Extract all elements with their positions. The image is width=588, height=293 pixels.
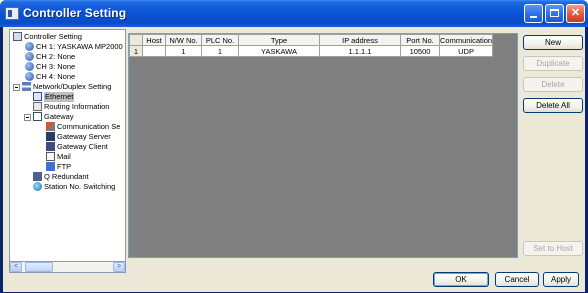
column-header-communication[interactable]: Communication [438, 34, 494, 46]
delete-button[interactable]: Delete [523, 77, 583, 92]
column-header-type[interactable]: Type [238, 34, 320, 46]
cell-type[interactable]: YASKAWA [238, 45, 320, 57]
gateway-icon [33, 112, 42, 121]
column-header-host[interactable]: Host [142, 34, 166, 46]
mail-icon [46, 152, 55, 161]
minimize-icon [530, 16, 537, 18]
network-icon [22, 82, 31, 91]
ok-button[interactable]: OK [433, 272, 489, 287]
collapse-gateway-icon[interactable] [24, 114, 31, 121]
dialog-client-area: Controller Setting CH 1: YASKAWA MP2000 … [3, 27, 585, 293]
tree-item-label: Mail [57, 152, 71, 161]
cell-plc-no[interactable]: 1 [201, 45, 239, 57]
row-index[interactable]: 1 [129, 45, 143, 57]
tree-item-label: Gateway [44, 112, 74, 121]
settings-tree[interactable]: Controller Setting CH 1: YASKAWA MP2000 … [9, 29, 126, 262]
scroll-left-button[interactable]: < [10, 262, 22, 272]
cell-ip-address[interactable]: 1.1.1.1 [319, 45, 401, 57]
gateway-client-icon [46, 142, 55, 151]
controller-setting-window: Controller Setting ✕ Controller Setting … [0, 0, 588, 293]
close-icon: ✕ [570, 7, 581, 19]
table-header-row: Host N/W No. PLC No. Type IP address Por… [129, 34, 494, 46]
tree-item-label: CH 4: None [36, 72, 76, 81]
title-bar[interactable]: Controller Setting ✕ [0, 0, 588, 27]
communication-icon [46, 122, 55, 131]
collapse-network-icon[interactable] [13, 84, 20, 91]
channel-icon [25, 62, 34, 71]
tree-item-label: Routing Information [44, 102, 110, 111]
host-table-area: Host N/W No. PLC No. Type IP address Por… [128, 33, 518, 258]
column-header-plc-no[interactable]: PLC No. [201, 34, 239, 46]
scroll-right-button[interactable]: > [113, 262, 125, 272]
tree-item-label: Controller Setting [24, 32, 82, 41]
cell-communication[interactable]: UDP [438, 45, 494, 57]
set-to-host-button[interactable]: Set to Host [523, 241, 583, 256]
tree-item-label: Network/Duplex Setting [33, 82, 112, 91]
cell-nw-no[interactable]: 1 [165, 45, 202, 57]
station-icon [33, 182, 42, 191]
tree-item-label: CH 3: None [36, 62, 76, 71]
tree-item-label: FTP [57, 162, 72, 171]
window-title: Controller Setting [23, 6, 127, 20]
new-button[interactable]: New [523, 35, 583, 50]
column-header-ip-address[interactable]: IP address [319, 34, 401, 46]
window-icon [5, 7, 19, 20]
maximize-icon [550, 9, 559, 17]
gateway-server-icon [46, 132, 55, 141]
scroll-thumb[interactable] [25, 262, 53, 272]
tree-item-label: CH 1: YASKAWA MP2000 [36, 42, 123, 51]
column-header-port-no[interactable]: Port No. [400, 34, 440, 46]
ethernet-icon [33, 92, 42, 101]
routing-icon [33, 102, 42, 111]
table-row[interactable]: 1 1 1 YASKAWA 1.1.1.1 10500 UDP [129, 45, 494, 57]
close-button[interactable]: ✕ [566, 4, 585, 23]
channel-icon [25, 42, 34, 51]
controller-icon [13, 32, 22, 41]
maximize-button[interactable] [545, 4, 564, 23]
duplicate-button[interactable]: Duplicate [523, 56, 583, 71]
q-redundant-icon [33, 172, 42, 181]
delete-all-button[interactable]: Delete All [523, 98, 583, 113]
column-header-index [129, 34, 143, 46]
tree-item-label: Ethernet [44, 92, 75, 102]
minimize-button[interactable] [524, 4, 543, 23]
tree-item-label: Gateway Client [57, 142, 108, 151]
channel-icon [25, 52, 34, 61]
tree-horizontal-scrollbar[interactable]: < > [9, 262, 126, 273]
tree-item-label: Gateway Server [57, 132, 111, 141]
tree-item-label: Communication Se [57, 122, 121, 131]
tree-item-label: Station No. Switching [44, 182, 116, 191]
apply-button[interactable]: Apply [543, 272, 579, 287]
tree-item-label: Q Redundant [44, 172, 89, 181]
cancel-button[interactable]: Cancel [495, 272, 539, 287]
column-header-nw-no[interactable]: N/W No. [165, 34, 202, 46]
host-table: Host N/W No. PLC No. Type IP address Por… [129, 34, 494, 57]
ftp-icon [46, 162, 55, 171]
cell-host[interactable] [142, 45, 166, 57]
tree-item-label: CH 2: None [36, 52, 76, 61]
cell-port-no[interactable]: 10500 [400, 45, 440, 57]
channel-icon [25, 72, 34, 81]
